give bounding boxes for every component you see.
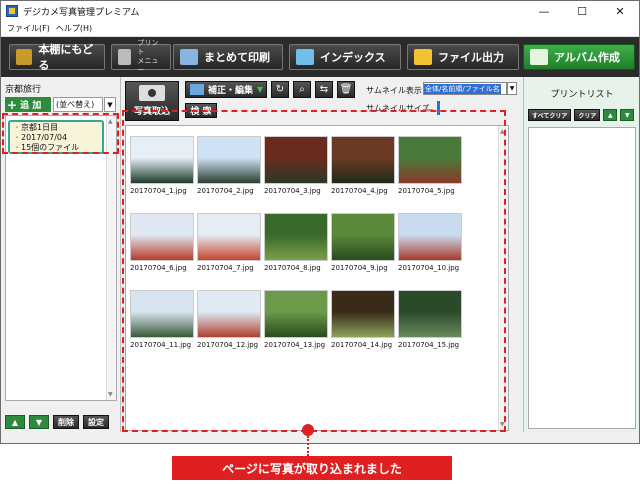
swap-icon: ⇆ — [319, 84, 329, 95]
trash-button[interactable]: 🗑 — [337, 81, 355, 98]
plus-icon: + — [7, 97, 18, 112]
edit-button[interactable]: 補正・編集 ▼ — [185, 81, 267, 98]
arrow-down-icon: ▼ — [35, 417, 43, 427]
back-to-shelf-label: 本棚にもどる — [38, 43, 94, 72]
edit-label: 補正・編集 — [208, 86, 254, 96]
menu-file[interactable]: ファイル(F) — [7, 23, 50, 34]
callout-label: ページに写真が取り込まれました — [172, 456, 452, 480]
main-toolbar: 本棚にもどる プリント メニュー まとめて印刷 インデックス ファイル出力 アル… — [1, 37, 639, 77]
edit-icon — [190, 84, 204, 95]
back-to-shelf-button[interactable]: 本棚にもどる — [9, 43, 105, 72]
camera-icon — [139, 85, 165, 101]
dropdown-icon: ▼ — [257, 85, 264, 94]
chevron-down-icon[interactable]: ▼ — [104, 97, 116, 112]
highlight-photo-grid — [122, 110, 506, 432]
page-list: 京都1日目 2017/07/04 15個のファイル — [5, 115, 117, 401]
thumbnail-display-label: サムネイル表示 — [366, 86, 422, 95]
close-button[interactable]: ✕ — [601, 1, 639, 21]
album-title: 京都旅行 — [5, 85, 42, 95]
album-icon — [530, 49, 548, 65]
arrow-up-icon: ▲ — [608, 111, 613, 119]
folder-icon — [414, 49, 432, 65]
swap-button[interactable]: ⇆ — [315, 81, 333, 98]
rotate-button[interactable]: ↻ — [271, 81, 289, 98]
menu-help[interactable]: ヘルプ(H) — [56, 23, 92, 34]
index-label: インデックス — [320, 51, 386, 64]
page-list-scrollbar[interactable] — [106, 116, 116, 400]
callout-dot — [302, 424, 314, 436]
chevron-down-icon[interactable]: ▼ — [507, 82, 517, 95]
printer-icon — [118, 49, 132, 65]
magnifier-icon: ⌕ — [299, 84, 305, 95]
add-button[interactable]: + 追 加 — [5, 97, 51, 112]
delete-button[interactable]: 削除 — [53, 415, 79, 429]
add-label: 追 加 — [20, 101, 42, 111]
print-menu-line1: プリント — [137, 39, 159, 56]
settings-button[interactable]: 設定 — [83, 415, 109, 429]
maximize-button[interactable]: ☐ — [563, 1, 601, 21]
batch-print-label: まとめて印刷 — [204, 51, 270, 64]
move-up-button[interactable]: ▲ — [603, 109, 618, 121]
batch-print-button[interactable]: まとめて印刷 — [173, 44, 283, 70]
arrow-up-icon: ▲ — [11, 417, 19, 427]
title-bar: デジカメ写真管理プレミアム — ☐ ✕ — [1, 1, 639, 21]
trash-icon: 🗑 — [339, 84, 353, 95]
file-export-label: ファイル出力 — [438, 51, 504, 64]
print-list — [528, 127, 636, 429]
index-icon — [296, 49, 314, 65]
thumbnail-display-select[interactable]: 全体/名前順/ファイル名 — [423, 82, 507, 95]
print-list-panel: プリントリスト すべてクリア クリア ▲ ▼ — [523, 77, 639, 432]
callout-line — [307, 436, 309, 456]
clear-button[interactable]: クリア — [574, 109, 601, 121]
move-down-button[interactable]: ▼ — [620, 109, 635, 121]
window-title: デジカメ写真管理プレミアム — [23, 7, 140, 18]
highlight-page-item — [2, 113, 119, 154]
file-export-button[interactable]: ファイル出力 — [407, 44, 519, 70]
zoom-button[interactable]: ⌕ — [293, 81, 311, 98]
minimize-button[interactable]: — — [525, 1, 563, 21]
move-down-button[interactable]: ▼ — [29, 415, 49, 429]
print-menu-button[interactable]: プリント メニュー — [111, 39, 171, 74]
index-button[interactable]: インデックス — [289, 44, 401, 70]
move-up-button[interactable]: ▲ — [5, 415, 25, 429]
bookshelf-icon — [16, 49, 33, 65]
rotate-icon: ↻ — [275, 84, 285, 95]
album-create-label: アルバム作成 — [554, 51, 620, 64]
menu-bar: ファイル(F) ヘルプ(H) — [1, 21, 639, 37]
clear-all-button[interactable]: すべてクリア — [528, 109, 572, 121]
arrow-down-icon: ▼ — [625, 111, 630, 119]
batch-print-icon — [180, 49, 198, 65]
print-menu-line2: メニュー — [137, 57, 159, 74]
thumbnail-display-value: 全体/名前順/ファイル名 — [424, 83, 501, 94]
sort-select[interactable]: (並べ替え) — [53, 97, 103, 112]
print-list-title: プリントリスト — [550, 90, 614, 100]
album-create-button[interactable]: アルバム作成 — [523, 44, 635, 70]
app-icon — [6, 5, 18, 17]
